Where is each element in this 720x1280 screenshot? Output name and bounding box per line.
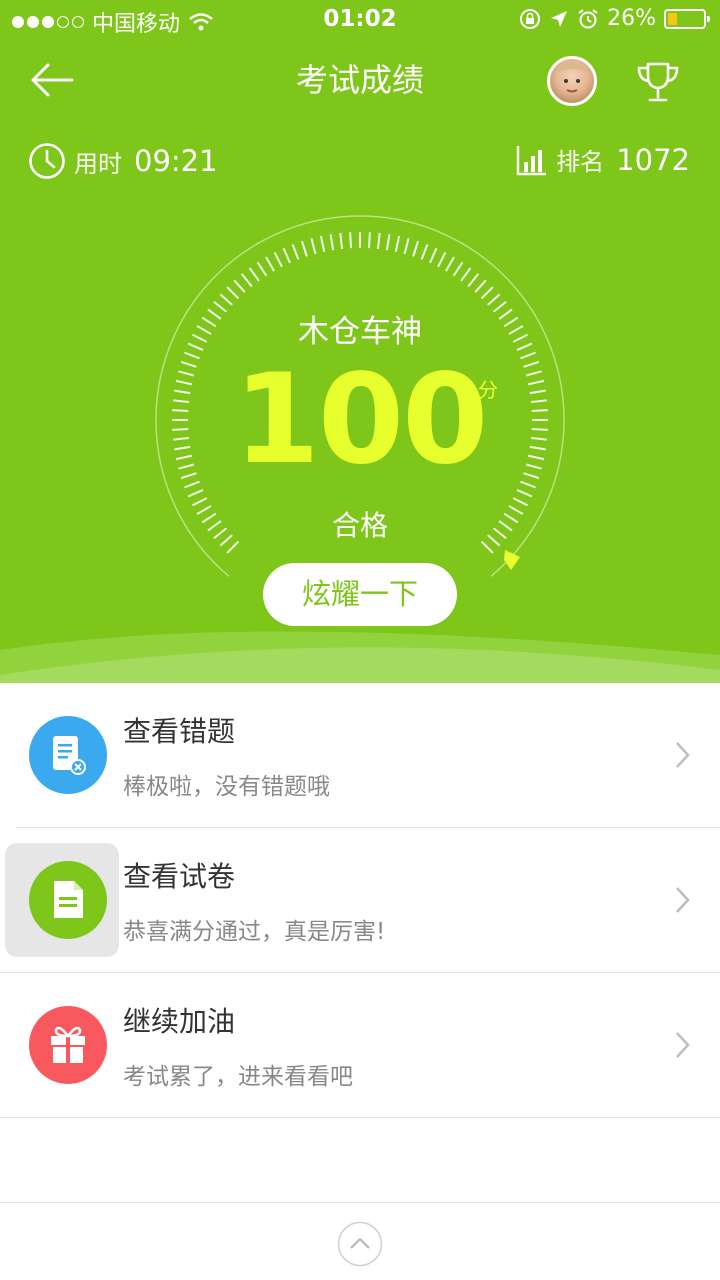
gauge-tick <box>516 489 533 498</box>
gauge-tick <box>256 261 268 277</box>
location-icon <box>551 10 568 27</box>
list-item-title: 查看试卷 <box>123 860 236 893</box>
exam-paper-icon <box>29 861 107 939</box>
clock-icon <box>29 143 65 179</box>
list-item-subtitle: 棒极啦，没有错题哦 <box>123 774 330 800</box>
gift-icon <box>29 1006 107 1084</box>
chevron-right-icon <box>676 1032 690 1058</box>
gauge-tick <box>445 256 455 272</box>
gauge-tick <box>394 235 401 252</box>
gauge-tick <box>233 279 246 293</box>
list-item-subtitle: 考试累了，进来看看吧 <box>123 1064 353 1090</box>
status-bar: 中国移动 01:02 26% <box>0 0 720 40</box>
gauge-tick <box>265 256 275 272</box>
gauge-tick <box>226 286 240 300</box>
rank-label: 排名 <box>556 148 605 176</box>
gauge-needle-icon <box>504 550 520 570</box>
score-unit: 分 <box>478 378 498 402</box>
gauge-tick <box>329 234 335 251</box>
chevron-right-icon <box>676 887 690 913</box>
gauge-tick <box>248 267 260 282</box>
gauge-tick <box>412 240 420 257</box>
gauge-tick <box>349 232 352 249</box>
page-title: 考试成绩 <box>295 61 424 99</box>
trophy-icon[interactable] <box>634 60 682 104</box>
list-item-title: 继续加油 <box>123 1005 236 1038</box>
gauge-tick <box>310 238 317 255</box>
ranking[interactable]: 排名 1072 <box>516 142 690 177</box>
gauge-tick <box>467 273 480 287</box>
result-title: 木仓车神 <box>298 314 422 350</box>
gauge-tick <box>240 273 253 287</box>
gauge-tick <box>385 234 391 251</box>
gauge-tick <box>452 261 464 277</box>
bar-chart-icon <box>516 145 547 175</box>
divider <box>0 1117 720 1118</box>
time-value: 09:21 <box>134 144 218 178</box>
time-used: 用时 09:21 <box>28 142 218 180</box>
list-item-keep-going[interactable]: 继续加油 考试累了，进来看看吧 <box>0 973 720 1117</box>
alarm-icon <box>578 8 598 28</box>
gauge-tick <box>480 286 494 300</box>
gauge-tick <box>368 232 371 249</box>
gauge-tick <box>282 247 291 264</box>
list-item-wrong-questions[interactable]: 查看错题 棒极啦，没有错题哦 <box>0 683 720 827</box>
gauge-tick <box>300 240 308 257</box>
user-avatar[interactable] <box>547 56 597 106</box>
battery-icon <box>664 8 710 29</box>
list-item-subtitle: 恭喜满分通过，真是厉害! <box>123 919 386 945</box>
gauge-tick <box>291 244 300 260</box>
gauge-tick <box>487 293 501 306</box>
gauge-tick <box>460 267 472 282</box>
score-value: 100 <box>233 348 489 492</box>
gauge-tick <box>339 232 344 250</box>
gauge-tick <box>429 247 438 264</box>
share-button[interactable]: 炫耀一下 <box>263 563 457 626</box>
battery-percent: 26% <box>607 6 656 31</box>
scroll-up-button[interactable] <box>337 1221 383 1267</box>
gauge-tick <box>273 252 283 268</box>
gauge-tick <box>376 232 381 250</box>
rotation-lock-icon <box>520 8 541 29</box>
time-label: 用时 <box>74 149 122 178</box>
gauge-tick <box>319 235 326 252</box>
gauge-tick <box>219 293 233 306</box>
gauge-tick <box>474 279 487 293</box>
action-list: 查看错题 棒极啦，没有错题哦 查看试卷 恭喜满分通过，真是厉害! 继续加油 考试… <box>0 683 720 1118</box>
rank-value: 1072 <box>616 142 690 177</box>
list-item-title: 查看错题 <box>123 715 236 748</box>
gauge-tick <box>403 238 410 255</box>
bottom-divider <box>0 1202 720 1203</box>
list-item-exam-paper[interactable]: 查看试卷 恭喜满分通过，真是厉害! <box>0 828 720 972</box>
pass-status: 合格 <box>331 509 388 542</box>
chevron-right-icon <box>676 742 690 768</box>
gauge-tick <box>437 252 447 268</box>
gauge-tick <box>187 489 204 498</box>
gauge-tick <box>420 244 429 260</box>
wrong-questions-icon <box>29 716 107 794</box>
